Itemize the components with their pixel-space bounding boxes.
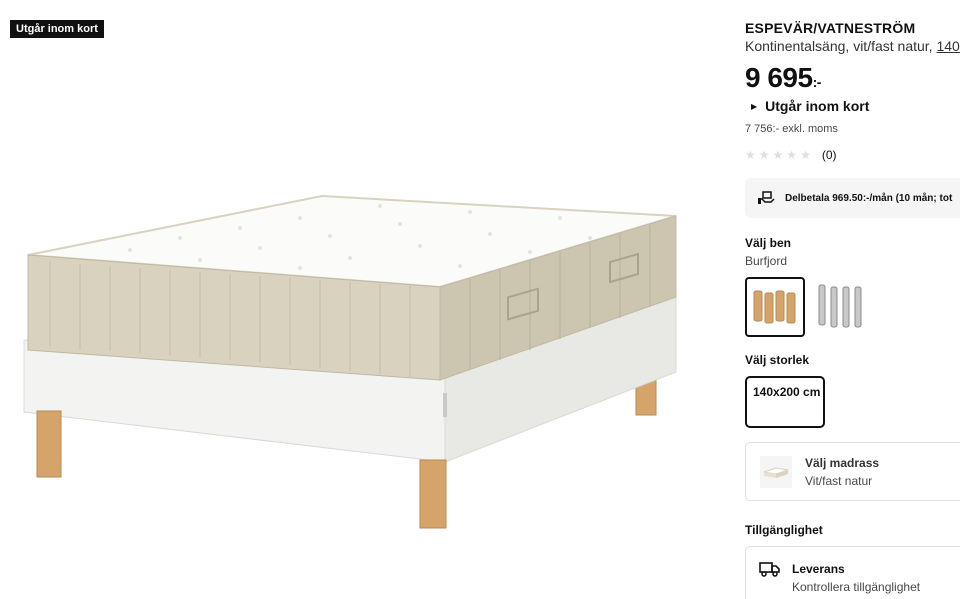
payment-hand-icon [758, 191, 775, 204]
star-icon: ★ [786, 148, 798, 162]
price: 9 695:- [745, 62, 821, 94]
legs-selected-value: Burfjord [745, 254, 788, 268]
star-icon: ★ [800, 148, 811, 162]
product-description-text: Kontinentalsäng, vit/fast natur, [745, 38, 937, 54]
size-link[interactable]: 140x [936, 38, 960, 54]
product-gallery[interactable]: Utgår inom kort [0, 0, 720, 599]
product-name: ESPEVÄR/VATNESTRÖM [745, 20, 916, 36]
metal-legs-icon [818, 284, 862, 328]
size-option[interactable]: 140x200 cm [745, 376, 825, 428]
rating[interactable]: ★ ★ ★ ★ ★ (0) [745, 148, 837, 162]
wooden-legs-icon [753, 290, 796, 324]
delivery-title: Leverans [792, 562, 845, 576]
mattress-thumbnail [760, 456, 792, 488]
mattress-selector[interactable]: Välj madrass Vit/fast natur [745, 442, 960, 501]
discontinued-status[interactable]: ▶ Utgår inom kort [751, 98, 869, 114]
status-text: Utgår inom kort [765, 98, 870, 114]
legs-label: Välj ben [745, 236, 792, 250]
leg-option-wood[interactable] [745, 277, 805, 337]
star-icon: ★ [745, 148, 756, 162]
product-image-bed [23, 194, 677, 529]
installment-text: Delbetala 969.50:-/mån (10 mån; tot [785, 192, 953, 204]
truck-icon [759, 562, 780, 577]
rating-count: (0) [821, 148, 837, 162]
leg-option-metal[interactable] [813, 277, 873, 337]
mattress-icon [763, 467, 789, 478]
triangle-right-icon: ▶ [751, 102, 758, 111]
installment-banner[interactable]: Delbetala 969.50:-/mån (10 mån; tot [745, 178, 960, 218]
product-description: Kontinentalsäng, vit/fast natur, 140x [745, 38, 960, 54]
price-value: 9 695 [745, 62, 813, 93]
mattress-subtitle: Vit/fast natur [805, 474, 873, 488]
delivery-card[interactable]: Leverans Kontrollera tillgänglighet [745, 546, 960, 599]
star-icon: ★ [758, 148, 770, 162]
discontinued-badge: Utgår inom kort [10, 20, 104, 38]
delivery-subtitle: Kontrollera tillgänglighet [792, 580, 921, 594]
price-suffix: :- [812, 74, 822, 90]
mattress-title: Välj madrass [805, 456, 880, 470]
price-excl-vat: 7 756:- exkl. moms [745, 123, 838, 135]
size-label: Välj storlek [745, 353, 810, 367]
availability-label: Tillgänglighet [745, 523, 823, 537]
product-info-panel: ESPEVÄR/VATNESTRÖM Kontinentalsäng, vit/… [745, 0, 960, 599]
star-icon: ★ [772, 148, 784, 162]
